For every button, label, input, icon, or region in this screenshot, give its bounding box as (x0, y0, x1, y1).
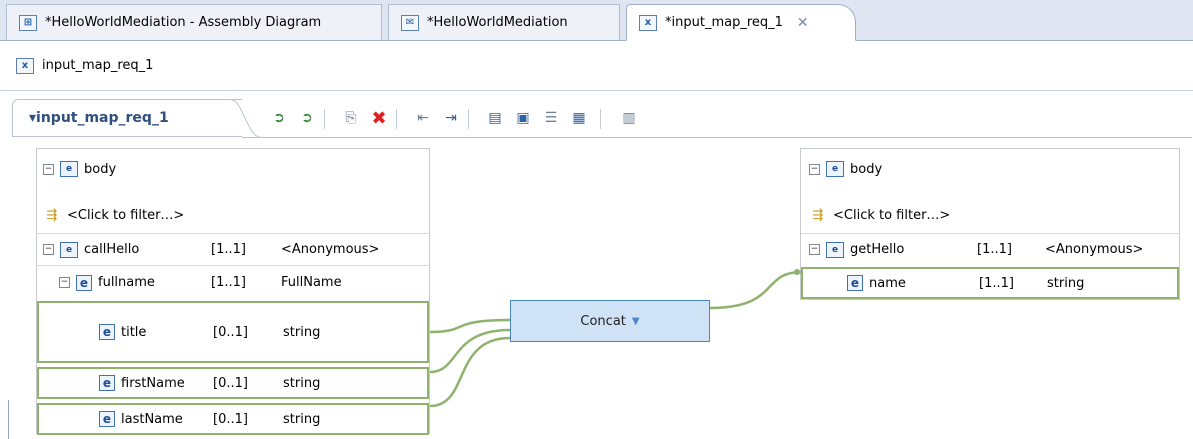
add-transform-icon[interactable]: ⎘ (340, 107, 362, 129)
connector-output[interactable] (709, 270, 803, 310)
move-right-icon[interactable]: ⇥ (440, 107, 462, 129)
toolbar-separator (324, 109, 325, 129)
align-icon[interactable]: ☰ (540, 107, 562, 129)
page-title: input_map_req_1 (42, 58, 154, 73)
mediation-flow-icon: ✉ (401, 14, 419, 31)
move-left-icon[interactable]: ⇤ (412, 107, 434, 129)
transform-label: Concat (580, 313, 626, 329)
canvas-edge (8, 400, 9, 439)
xsl-map-icon: x (16, 57, 34, 74)
toolbar-underline (242, 137, 1192, 138)
xsl-map-icon: x (639, 14, 657, 31)
tab-input-map[interactable]: x *input_map_req_1 ✕ (626, 4, 856, 41)
add-output-icon[interactable]: ➲ (296, 107, 318, 129)
map-name-section[interactable]: ▾input_map_req_1 (12, 99, 242, 137)
connector-lastname[interactable] (429, 336, 511, 408)
connector-endpoint (794, 269, 800, 275)
tab-label: *HelloWorldMediation (427, 15, 568, 30)
mapping-connectors (429, 269, 803, 408)
editor-header: x input_map_req_1 (0, 41, 1193, 91)
auto-map-icon[interactable]: ▦ (568, 107, 590, 129)
properties-icon[interactable]: ▥ (618, 107, 640, 129)
assembly-diagram-icon: ⊞ (19, 14, 37, 31)
toolbar-separator (468, 109, 469, 129)
concat-transform[interactable]: Concat ▼ (510, 300, 710, 342)
map-toolbar: ▾input_map_req_1 ➲ ➲ ⎘ ✖ ⇤ ⇥ ▤ ▣ ☰ ▦ ▥ (12, 99, 1192, 139)
tab-mediation-flow[interactable]: ✉ *HelloWorldMediation (388, 4, 620, 40)
editor-tab-bar: ⊞ *HelloWorldMediation - Assembly Diagra… (0, 0, 1193, 41)
toolbar-separator (396, 109, 397, 129)
tab-label: *input_map_req_1 (665, 15, 783, 30)
delete-icon[interactable]: ✖ (368, 107, 390, 129)
chevron-down-icon[interactable]: ▼ (632, 316, 640, 327)
test-map-icon[interactable]: ▤ (484, 107, 506, 129)
tab-assembly-diagram[interactable]: ⊞ *HelloWorldMediation - Assembly Diagra… (6, 4, 382, 40)
mapping-canvas: − e body ⇶ <Click to filter…> − e callHe… (0, 140, 1193, 439)
tab-label: *HelloWorldMediation - Assembly Diagram (45, 15, 322, 30)
connector-firstname[interactable] (429, 328, 511, 374)
section-tab-curve (222, 99, 262, 138)
close-icon[interactable]: ✕ (797, 15, 809, 31)
add-input-icon[interactable]: ➲ (268, 107, 290, 129)
generate-xsl-icon[interactable]: ▣ (512, 107, 534, 129)
toolbar-separator (600, 109, 601, 129)
